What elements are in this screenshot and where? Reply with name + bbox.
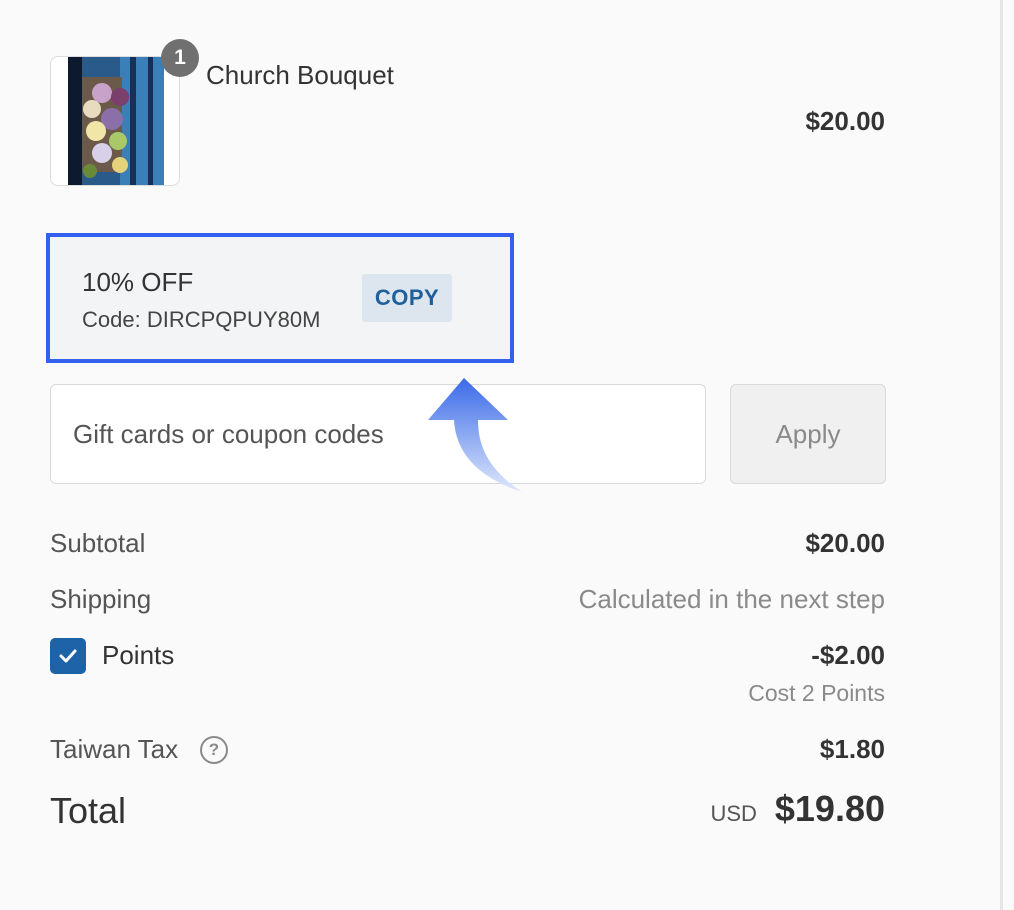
coupon-code-input[interactable] <box>50 384 706 484</box>
apply-button[interactable]: Apply <box>730 384 886 484</box>
shipping-value: Calculated in the next step <box>578 584 885 614</box>
product-name: Church Bouquet <box>206 60 394 90</box>
product-thumbnail <box>50 56 180 186</box>
currency-code: USD <box>710 801 757 826</box>
coupon-offer-card: 10% OFF Code: DIRCPQPUY80M COPY <box>46 233 514 363</box>
copy-code-button[interactable]: COPY <box>362 274 452 322</box>
panel-divider <box>1000 0 1003 910</box>
question-help-icon[interactable]: ? <box>200 736 228 764</box>
points-value: -$2.00 <box>811 640 885 670</box>
subtotal-value: $20.00 <box>805 528 885 558</box>
tax-value: $1.80 <box>819 734 885 764</box>
total-amount-group: USD $19.80 <box>710 788 885 830</box>
subtotal-label: Subtotal <box>50 528 146 558</box>
coupon-code: Code: DIRCPQPUY80M <box>82 307 321 332</box>
quantity-badge: 1 <box>161 39 199 77</box>
points-checkbox[interactable] <box>50 638 86 674</box>
curved-arrow-icon <box>428 378 522 492</box>
total-label: Total <box>50 790 127 831</box>
points-label: Points <box>102 640 175 670</box>
total-amount: $19.80 <box>774 788 885 829</box>
tax-label: Taiwan Tax <box>50 734 179 764</box>
product-price: $20.00 <box>805 106 885 136</box>
checkmark-icon <box>59 649 77 663</box>
shipping-label: Shipping <box>50 584 152 614</box>
bouquet-image <box>68 57 164 185</box>
coupon-title: 10% OFF <box>82 267 194 297</box>
points-cost: Cost 2 Points <box>748 680 885 706</box>
